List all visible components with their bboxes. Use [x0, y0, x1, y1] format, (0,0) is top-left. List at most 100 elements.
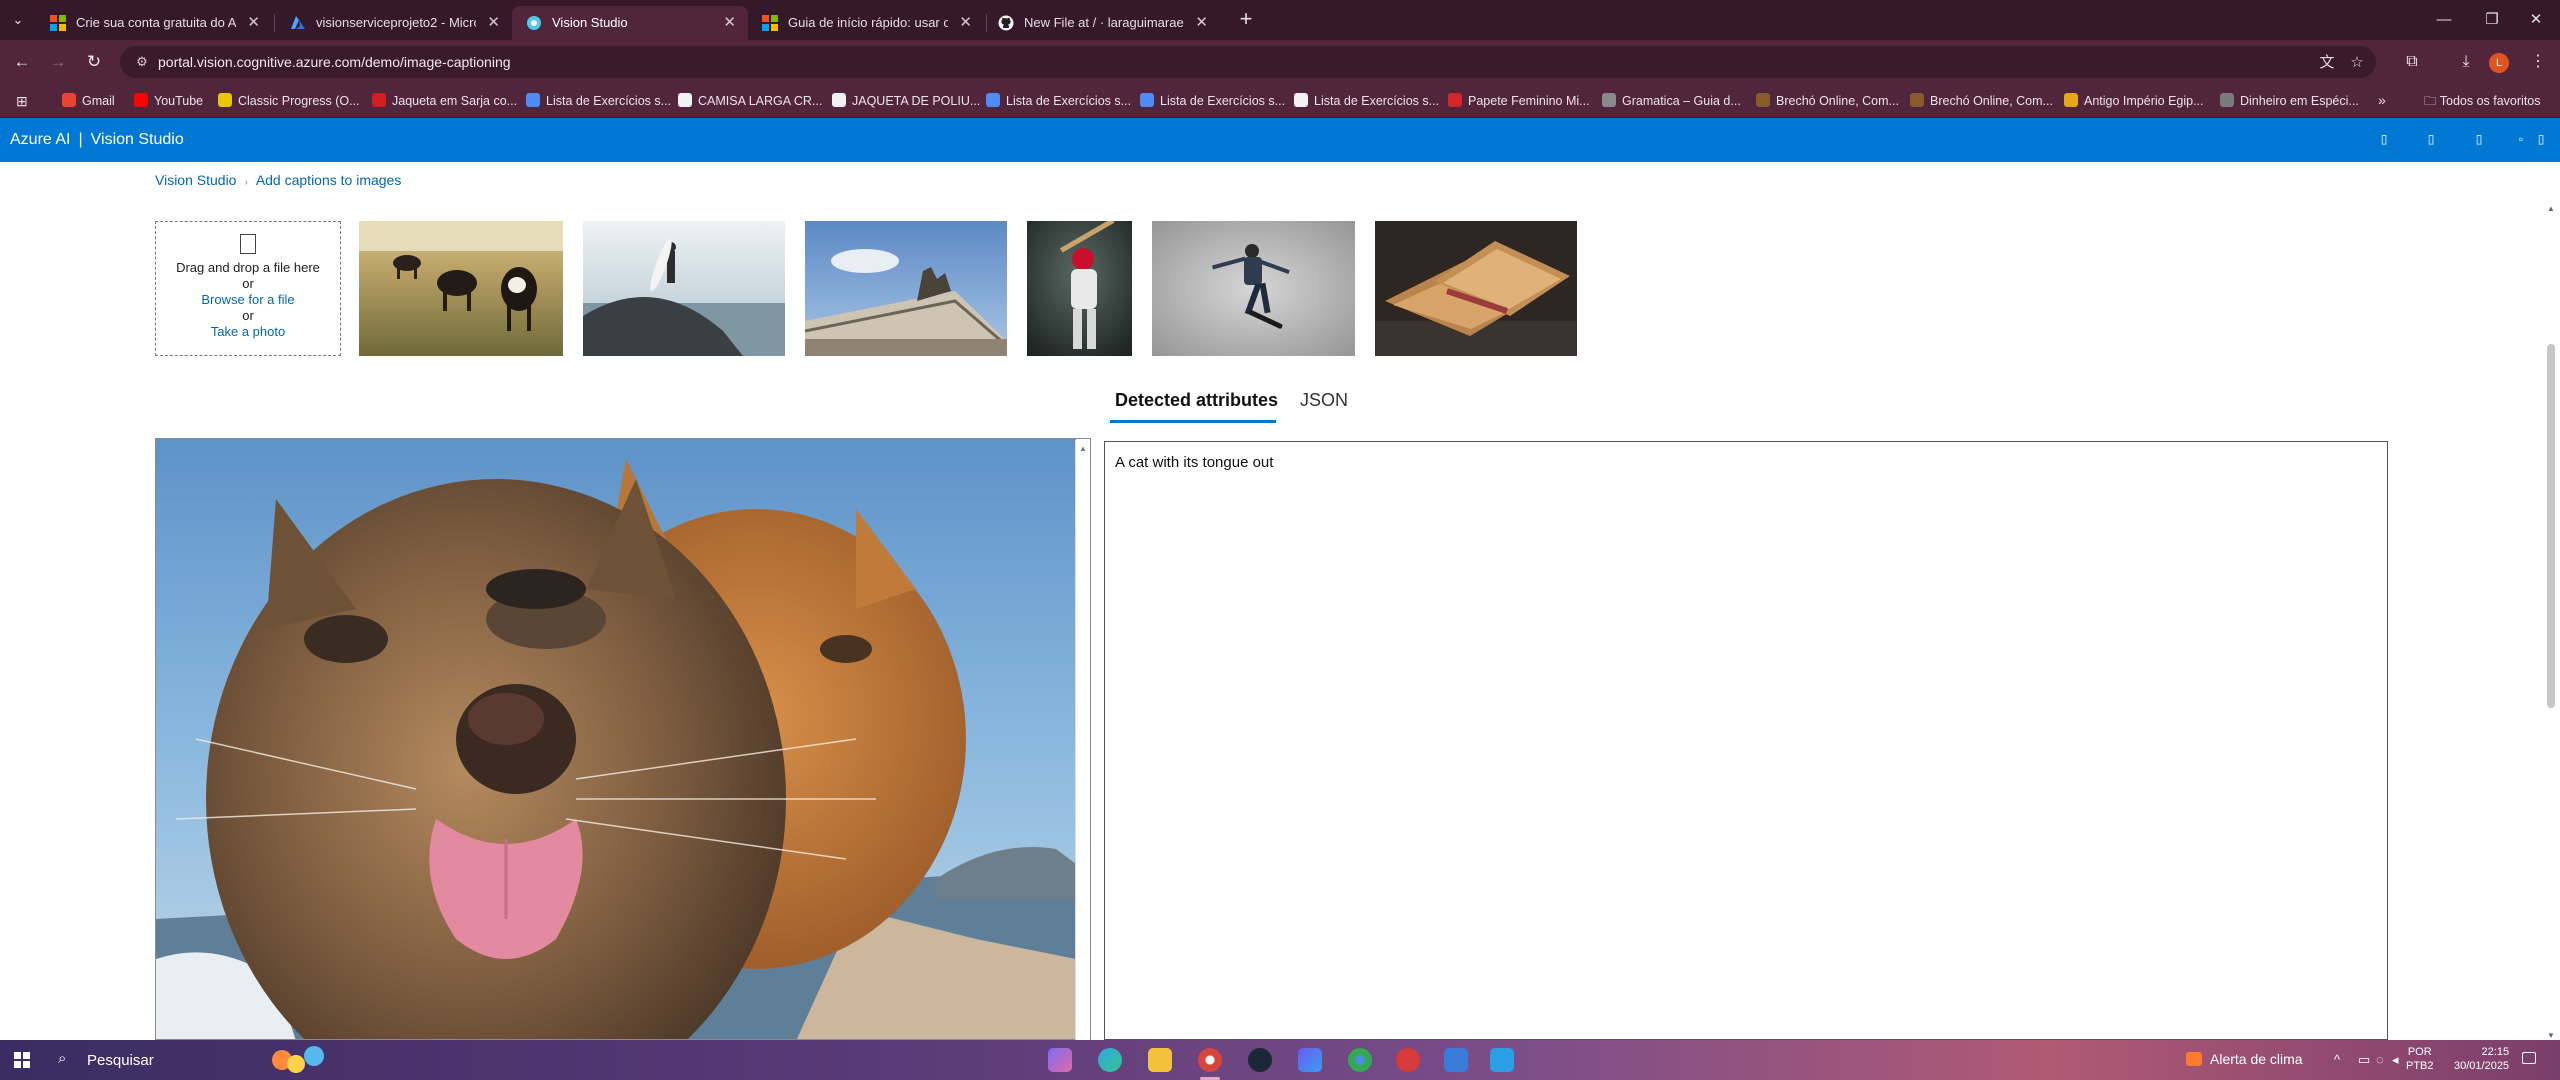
- close-tab-icon[interactable]: ✕: [1195, 13, 1208, 31]
- show-hidden-icons-icon[interactable]: ^: [2334, 1052, 2340, 1067]
- bookmark-item[interactable]: Dinheiro em Espéci...: [2220, 92, 2359, 112]
- site-favicon: [1294, 93, 1308, 107]
- bookmark-item[interactable]: YouTube: [134, 92, 203, 112]
- bookmark-star-icon[interactable]: ☆: [2346, 52, 2368, 74]
- restore-icon[interactable]: ❐: [2472, 6, 2512, 34]
- volume-icon[interactable]: ◂: [2392, 1052, 2399, 1068]
- sample-image-surfer[interactable]: [583, 221, 785, 356]
- extensions-icon[interactable]: ⧉: [2398, 48, 2426, 76]
- all-bookmarks-folder[interactable]: 🗀 Todos os favoritos: [2424, 92, 2541, 110]
- selected-tab-indicator: [1110, 420, 1276, 423]
- address-bar[interactable]: ⚙ portal.vision.cognitive.azure.com/demo…: [120, 46, 2376, 78]
- sample-image-cows[interactable]: [359, 221, 563, 356]
- tab-detected-attributes[interactable]: Detected attributes: [1115, 390, 1278, 411]
- browse-file-link[interactable]: Browse for a file: [156, 292, 340, 308]
- new-tab-button[interactable]: +: [1232, 6, 1260, 34]
- clock-time: 22:15: [2481, 1046, 2510, 1058]
- profile-avatar[interactable]: L: [2489, 53, 2509, 73]
- notifications-icon[interactable]: ▯: [2377, 132, 2391, 146]
- edge-browser-icon[interactable]: [1098, 1048, 1122, 1072]
- bookmark-item[interactable]: Jaqueta em Sarja co...: [372, 92, 517, 112]
- clock[interactable]: 22:15 30/01/2025: [2454, 1045, 2509, 1073]
- chrome-icon[interactable]: [1198, 1048, 1222, 1072]
- browser-tab-2[interactable]: Vision Studio ✕: [512, 6, 748, 40]
- url-text[interactable]: portal.vision.cognitive.azure.com/demo/i…: [158, 54, 511, 70]
- help-icon[interactable]: ▯: [2472, 132, 2486, 146]
- account-icon[interactable]: ▫: [2514, 132, 2528, 146]
- browser-tab-0[interactable]: Crie sua conta gratuita do Azure ✕: [36, 6, 272, 40]
- chrome-profile-icon[interactable]: [1348, 1048, 1372, 1072]
- bookmark-item[interactable]: Lista de Exercícios s...: [526, 92, 671, 112]
- back-arrow-icon[interactable]: ←: [8, 48, 36, 76]
- downloads-icon[interactable]: ⤓: [2452, 48, 2480, 76]
- settings-icon[interactable]: ▯: [2424, 132, 2438, 146]
- translate-icon[interactable]: 文: [2316, 52, 2338, 74]
- browser-tab-1[interactable]: visionserviceprojeto2 - Microsoft ✕: [276, 6, 512, 40]
- bookmark-item[interactable]: Brechó Online, Com...: [1756, 92, 1899, 112]
- browser-menu-icon[interactable]: ⋮: [2524, 48, 2552, 76]
- copilot-icon[interactable]: [1048, 1048, 1072, 1072]
- sample-image-building[interactable]: [805, 221, 1007, 356]
- more-bookmarks-icon[interactable]: »: [2378, 92, 2386, 108]
- site-info-icon[interactable]: ⚙: [134, 54, 150, 70]
- skateboarder-image: [1152, 221, 1355, 356]
- bookmark-item[interactable]: Brechó Online, Com...: [1910, 92, 2053, 112]
- notifications-icon[interactable]: [2522, 1052, 2536, 1064]
- display-icon[interactable]: ▭: [2358, 1052, 2370, 1068]
- reload-icon[interactable]: ↻: [80, 48, 108, 76]
- scroll-down-icon[interactable]: ▼: [2547, 1031, 2555, 1040]
- scroll-up-icon[interactable]: ▲: [2547, 204, 2555, 213]
- scroll-up-icon[interactable]: ▲: [1079, 444, 1087, 453]
- wifi-icon[interactable]: ◌: [2376, 1052, 2384, 1067]
- bookmark-item[interactable]: JAQUETA DE POLIU...: [832, 92, 980, 112]
- sample-image-sandwich[interactable]: [1375, 221, 1577, 356]
- bookmark-item[interactable]: Lista de Exercícios s...: [986, 92, 1131, 112]
- close-tab-icon[interactable]: ✕: [723, 13, 736, 31]
- close-tab-icon[interactable]: ✕: [247, 13, 260, 31]
- tab-json[interactable]: JSON: [1300, 390, 1348, 411]
- caption-result-panel: A cat with its tongue out: [1104, 441, 2388, 1040]
- weather-icon: [2186, 1052, 2202, 1066]
- apps-grid-icon[interactable]: ⊞: [16, 93, 32, 109]
- take-photo-link[interactable]: Take a photo: [156, 324, 340, 340]
- feedback-icon[interactable]: ▯: [2534, 132, 2548, 146]
- sample-image-baseball[interactable]: [1027, 221, 1132, 356]
- site-favicon: [2064, 93, 2078, 107]
- app-icon[interactable]: [1396, 1048, 1420, 1072]
- breadcrumb-current-link[interactable]: Add captions to images: [256, 172, 402, 188]
- close-window-icon[interactable]: ✕: [2516, 6, 2556, 34]
- bookmark-item[interactable]: Antigo Império Egip...: [2064, 92, 2204, 112]
- file-explorer-icon[interactable]: [1148, 1048, 1172, 1072]
- scrollbar-thumb[interactable]: [2547, 344, 2555, 708]
- bookmark-item[interactable]: Lista de Exercícios s...: [1294, 92, 1439, 112]
- browser-tab-4[interactable]: New File at / · laraguimaraess/la ✕: [984, 6, 1220, 40]
- azure-icon: [291, 16, 305, 29]
- azure-brand[interactable]: Azure AI | Vision Studio: [10, 131, 184, 149]
- bookmark-item[interactable]: Classic Progress (O...: [218, 92, 360, 112]
- bookmark-item[interactable]: Papete Feminino Mi...: [1448, 92, 1590, 112]
- steam-icon[interactable]: [1248, 1048, 1272, 1072]
- browser-tab-3[interactable]: Guia de início rápido: usar o serviço ✕: [748, 6, 984, 40]
- language-indicator[interactable]: POR PTB2: [2406, 1045, 2434, 1073]
- sample-image-skateboarder[interactable]: [1152, 221, 1355, 356]
- minimize-icon[interactable]: —: [2424, 6, 2464, 34]
- close-tab-icon[interactable]: ✕: [959, 13, 972, 31]
- bookmark-item[interactable]: Gmail: [62, 92, 115, 112]
- bookmark-item[interactable]: CAMISA LARGA CR...: [678, 92, 822, 112]
- bookmark-item[interactable]: Lista de Exercícios s...: [1140, 92, 1285, 112]
- bookmark-item[interactable]: Gramatica – Guia d...: [1602, 92, 1741, 112]
- close-tab-icon[interactable]: ✕: [487, 13, 500, 31]
- image-panel-scrollbar[interactable]: ▲: [1075, 440, 1090, 1040]
- tab-search-dropdown-icon[interactable]: ⌄: [8, 10, 28, 30]
- upload-dropzone[interactable]: Drag and drop a file here or Browse for …: [155, 221, 341, 356]
- app-icon[interactable]: [1490, 1048, 1514, 1072]
- breadcrumb-home-link[interactable]: Vision Studio: [155, 172, 236, 188]
- forward-arrow-icon[interactable]: →: [44, 48, 72, 76]
- building-statues-image: [805, 221, 1007, 356]
- windows-start-icon[interactable]: [14, 1052, 30, 1068]
- or-text: or: [242, 308, 254, 323]
- weather-alert[interactable]: Alerta de clima: [2186, 1051, 2303, 1067]
- app-icon[interactable]: [1444, 1048, 1468, 1072]
- page-scrollbar[interactable]: ▲ ▼: [2545, 204, 2557, 1040]
- microsoft-365-icon[interactable]: [1298, 1048, 1322, 1072]
